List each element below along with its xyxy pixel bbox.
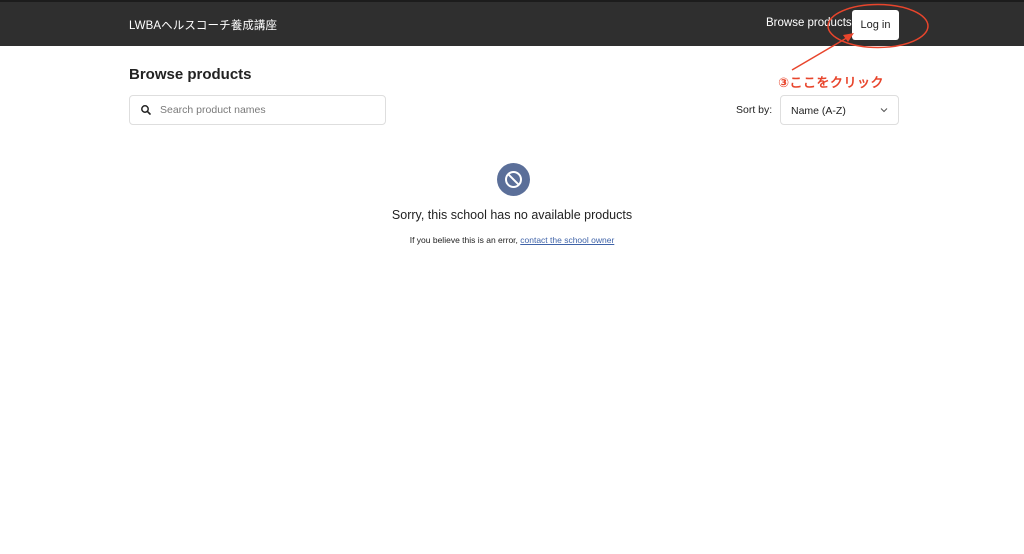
search-input[interactable] <box>158 96 383 124</box>
page-title: Browse products <box>129 66 252 83</box>
annotation-text: ③ここをクリック <box>778 75 885 90</box>
top-navigation-bar: LWBAヘルスコーチ養成講座 Browse products Log in <box>0 0 1024 46</box>
search-icon <box>141 105 151 115</box>
empty-state-message: If you believe this is an error, <box>409 235 521 245</box>
sort-dropdown[interactable]: Name (A-Z) <box>780 95 899 125</box>
sort-selected-value: Name (A-Z) <box>791 105 846 117</box>
empty-state-title: Sorry, this school has no available prod… <box>391 208 633 222</box>
nav-browse-products-link[interactable]: Browse products <box>766 17 852 29</box>
contact-owner-link[interactable]: contact the school owner <box>520 235 614 245</box>
login-button[interactable]: Log in <box>852 10 899 40</box>
chevron-down-icon <box>880 108 888 113</box>
empty-state-subtitle: If you believe this is an error, contact… <box>0 235 1024 245</box>
no-products-icon <box>497 163 530 196</box>
school-name[interactable]: LWBAヘルスコーチ養成講座 <box>129 17 277 33</box>
sort-label: Sort by: <box>736 104 773 116</box>
search-box[interactable] <box>129 95 386 125</box>
